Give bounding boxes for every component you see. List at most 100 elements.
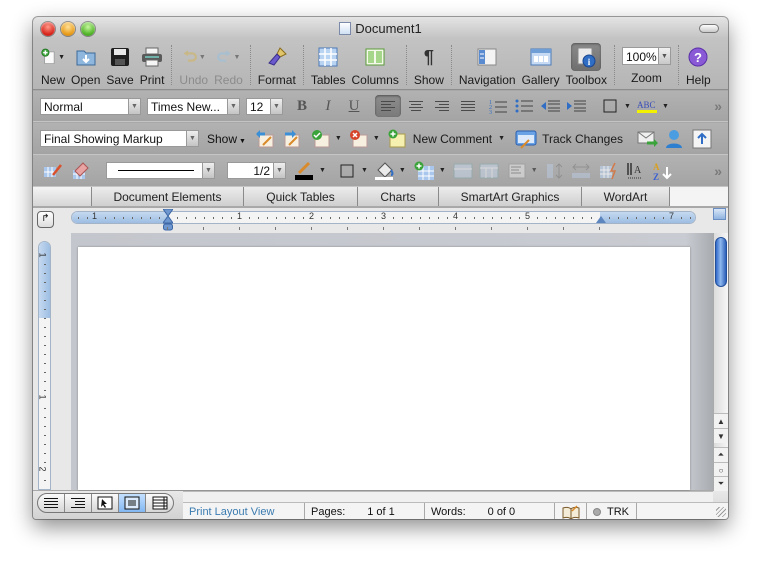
shading-button[interactable] (374, 160, 396, 182)
reject-change-button[interactable] (348, 128, 370, 150)
new-comment-button[interactable]: New Comment (413, 132, 492, 146)
font-value[interactable]: Times New... (147, 97, 227, 115)
line-weight-value[interactable]: 1/2 (227, 162, 273, 179)
spelling-grammar-status[interactable] (555, 503, 587, 519)
text-direction-button[interactable]: A (624, 160, 646, 182)
tables-button[interactable]: Tables (308, 43, 349, 87)
reviewers-button[interactable] (663, 128, 685, 150)
sort-button[interactable]: AZ (652, 160, 674, 182)
distribute-columns-button[interactable] (570, 160, 592, 182)
zoom-control[interactable]: 100% ▼ Zoom (619, 43, 674, 85)
highlight-button[interactable]: ABC (636, 95, 659, 117)
gallery-button[interactable]: Gallery (519, 43, 563, 87)
resize-grip-icon[interactable] (716, 507, 726, 517)
send-document-button[interactable] (637, 128, 659, 150)
chevron-down-icon[interactable]: ▼ (128, 97, 141, 115)
zoom-select[interactable]: 100% ▼ (621, 47, 671, 65)
next-page-icon[interactable]: ⏷ (714, 476, 728, 491)
save-button[interactable]: Save (103, 43, 136, 87)
borders-dropdown-arrow[interactable]: ▼ (624, 103, 631, 110)
previous-change-button[interactable] (254, 128, 276, 150)
chevron-down-icon[interactable]: ▼ (186, 130, 199, 147)
border-color-dropdown-arrow[interactable]: ▼ (319, 167, 326, 174)
bulleted-list-button[interactable] (513, 95, 535, 117)
format-button[interactable]: Format (255, 43, 299, 87)
previous-page-icon[interactable]: ⏶ (714, 447, 728, 462)
navigation-button[interactable]: Navigation (456, 43, 519, 87)
reviewing-pane-button[interactable] (691, 128, 713, 150)
line-style-select[interactable]: ▼ (106, 162, 215, 179)
draw-table-button[interactable] (42, 160, 64, 182)
autoformat-table-button[interactable] (598, 160, 620, 182)
draft-view-button[interactable] (38, 494, 65, 512)
italic-button[interactable]: I (317, 95, 339, 117)
toolbar-overflow-chevron-icon[interactable]: » (714, 98, 722, 114)
table-borders-dropdown-arrow[interactable]: ▼ (361, 167, 368, 174)
notebook-layout-view-button[interactable] (146, 494, 173, 512)
decrease-indent-button[interactable] (539, 95, 561, 117)
open-button[interactable]: Open (68, 43, 103, 87)
help-button[interactable]: ? Help (683, 43, 714, 87)
vertical-ruler[interactable]: 1 1 2 (38, 241, 51, 490)
toolbar-toggle-button[interactable] (699, 24, 719, 33)
track-changes-icon-button[interactable] (515, 128, 537, 150)
tab-charts[interactable]: Charts (358, 187, 439, 206)
chevron-down-icon[interactable]: ▼ (202, 162, 215, 179)
redo-dropdown-arrow[interactable]: ▼ (234, 54, 241, 61)
show-markup-button[interactable]: Show ▼ (207, 132, 246, 146)
scroll-up-arrow-icon[interactable]: ▲ (714, 413, 728, 428)
numbered-list-button[interactable]: 123 (487, 95, 509, 117)
accept-change-button[interactable] (310, 128, 332, 150)
vertical-scroll-thumb[interactable] (715, 237, 727, 287)
table-borders-button[interactable] (336, 160, 358, 182)
font-size-select[interactable]: 12 ▼ (246, 97, 283, 115)
toolbar-overflow-chevron-icon[interactable]: » (714, 163, 722, 179)
page-count[interactable]: Pages: 1 of 1 (305, 503, 425, 519)
zoom-value[interactable]: 100% (621, 47, 658, 65)
split-cells-button[interactable] (478, 160, 500, 182)
align-left-button[interactable] (375, 95, 401, 117)
word-count[interactable]: Words: 0 of 0 (425, 503, 555, 519)
horizontal-scrollbar[interactable] (183, 491, 713, 502)
line-weight-select[interactable]: 1/2 ▼ (227, 162, 286, 179)
show-button[interactable]: ¶ Show (411, 43, 447, 88)
print-button[interactable]: Print (137, 43, 168, 87)
eraser-button[interactable] (68, 160, 90, 182)
publishing-layout-view-button[interactable] (92, 494, 119, 512)
style-value[interactable]: Normal (40, 97, 128, 115)
undo-button[interactable]: ▼ Undo (176, 43, 211, 87)
tab-smartart-graphics[interactable]: SmartArt Graphics (439, 187, 582, 206)
document-page[interactable] (78, 247, 690, 490)
chevron-down-icon[interactable]: ▼ (657, 47, 671, 65)
line-style-value[interactable] (106, 162, 202, 179)
tab-stop-selector-button[interactable]: ↱ (37, 211, 54, 228)
toolbox-button[interactable]: i Toolbox (563, 43, 610, 87)
browse-object-icon[interactable]: ○ (714, 462, 728, 477)
insert-table-dropdown-arrow[interactable]: ▼ (439, 167, 446, 174)
highlight-dropdown-arrow[interactable]: ▼ (662, 103, 669, 110)
tab-wordart[interactable]: WordArt (582, 187, 670, 206)
next-change-button[interactable] (280, 128, 302, 150)
columns-button[interactable]: Columns (349, 43, 402, 87)
undo-dropdown-arrow[interactable]: ▼ (199, 54, 206, 61)
chevron-down-icon[interactable]: ▼ (273, 162, 286, 179)
distribute-rows-button[interactable] (544, 160, 566, 182)
new-comment-dropdown-arrow[interactable]: ▼ (498, 135, 505, 142)
chevron-down-icon[interactable]: ▼ (227, 97, 240, 115)
increase-indent-button[interactable] (565, 95, 587, 117)
track-changes-status[interactable]: TRK (587, 503, 637, 519)
underline-button[interactable]: U (343, 95, 365, 117)
new-dropdown-arrow[interactable]: ▼ (58, 54, 65, 61)
split-view-handle[interactable] (713, 208, 726, 220)
accept-dropdown-arrow[interactable]: ▼ (335, 135, 342, 142)
track-changes-button[interactable]: Track Changes (542, 132, 623, 146)
tab-document-elements[interactable]: Document Elements (92, 187, 244, 206)
tab-quick-tables[interactable]: Quick Tables (244, 187, 358, 206)
justify-button[interactable] (457, 95, 479, 117)
style-select[interactable]: Normal ▼ (40, 97, 141, 115)
bold-button[interactable]: B (291, 95, 313, 117)
new-comment-icon-button[interactable] (386, 128, 408, 150)
borders-button[interactable] (599, 95, 621, 117)
cell-alignment-dropdown-arrow[interactable]: ▼ (531, 167, 538, 174)
align-right-button[interactable] (431, 95, 453, 117)
